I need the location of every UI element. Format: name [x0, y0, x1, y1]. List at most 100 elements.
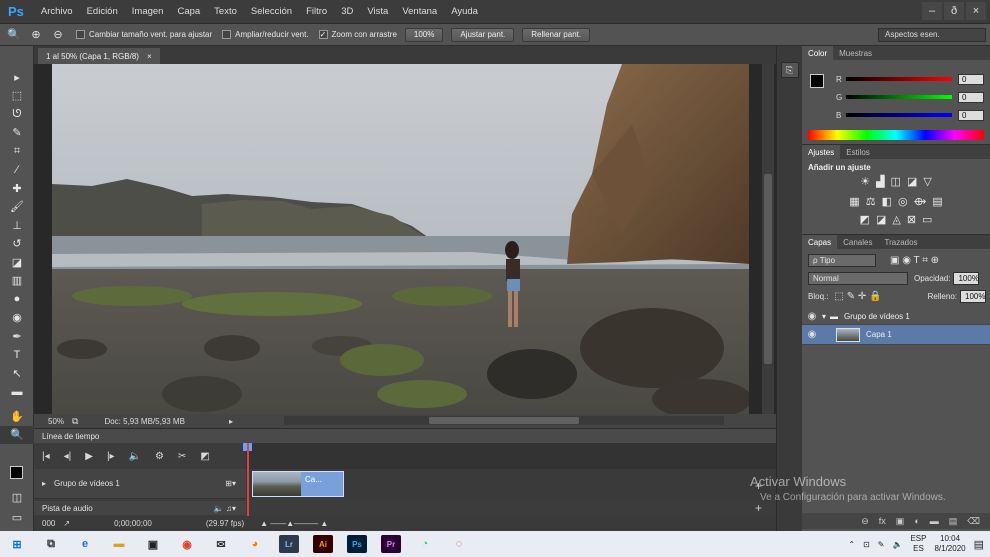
settings-icon[interactable]: ⚙ — [155, 451, 164, 462]
new-layer-icon[interactable]: ▤ — [949, 516, 958, 527]
layer-filter-select[interactable]: ρ Tipo — [808, 253, 876, 267]
blend-mode-select[interactable]: Normal — [808, 271, 908, 285]
hue-saturation-icon[interactable]: ▦ — [849, 195, 859, 208]
windows-start-icon[interactable]: ⊞ — [7, 535, 27, 553]
link-icon[interactable]: ⊖ — [861, 516, 869, 527]
blue-value[interactable]: 0 — [958, 109, 984, 121]
path-select-tool-icon[interactable]: ↖ — [0, 364, 34, 383]
quick-select-tool-icon[interactable]: ✎ — [0, 124, 34, 143]
threshold-icon[interactable]: ◬ — [892, 213, 900, 226]
firefox-icon[interactable]: ◕ — [245, 535, 265, 553]
mail-icon[interactable]: ✉ — [211, 535, 231, 553]
premiere-icon[interactable]: Pr — [381, 535, 401, 553]
close-button[interactable]: × — [966, 2, 986, 20]
channel-mixer-icon[interactable]: ⟴ — [914, 195, 927, 208]
convert-icon[interactable]: ↗ — [63, 519, 70, 528]
previous-frame-icon[interactable]: ◂| — [64, 451, 72, 462]
blur-tool-icon[interactable]: ● — [0, 290, 34, 309]
photo-filter-icon[interactable]: ◎ — [898, 195, 908, 208]
zoom-tool-icon[interactable]: 🔍 — [6, 28, 22, 42]
scrubby-zoom-checkbox[interactable]: ✓ Zoom con arrastre — [318, 30, 397, 39]
screen-mode-icon[interactable]: ▭ — [0, 508, 34, 527]
color-lookup-icon[interactable]: ▤ — [932, 195, 942, 208]
history-panel-icon[interactable]: ⎘ — [780, 62, 799, 78]
type-tool-icon[interactable]: T — [0, 346, 34, 365]
hand-tool-icon[interactable]: ✋ — [0, 407, 34, 426]
document-tab[interactable]: 1 al 50% (Capa 1, RGB/8) × — [38, 48, 160, 64]
menu-capa[interactable]: Capa — [170, 6, 207, 17]
edge-icon[interactable]: e — [75, 535, 95, 553]
menu-texto[interactable]: Texto — [207, 6, 244, 17]
task-view-icon[interactable]: ⧉ — [41, 535, 61, 553]
zoom-level[interactable]: 50% — [48, 417, 64, 426]
black-white-icon[interactable]: ◧ — [882, 195, 892, 208]
zoom-all-checkbox[interactable]: Ampliar/reducir vent. — [222, 30, 309, 39]
document-canvas-image[interactable] — [52, 64, 749, 414]
eyedropper-tool-icon[interactable]: ⁄ — [0, 161, 34, 180]
gradient-map-icon[interactable]: ▭ — [922, 213, 932, 226]
tab-estilos[interactable]: Estilos — [840, 145, 876, 159]
pen-tool-icon[interactable]: ✒ — [0, 327, 34, 346]
exposure-icon[interactable]: ◪ — [907, 175, 917, 188]
restore-button[interactable]: ð — [944, 2, 964, 20]
menu-imagen[interactable]: Imagen — [125, 6, 171, 17]
tray-arrow-icon[interactable]: ⌃ — [848, 540, 855, 549]
zoom-100-button[interactable]: 100% — [404, 27, 444, 42]
tab-trazados[interactable]: Trazados — [878, 235, 923, 249]
clock[interactable]: 10:04 8/1/2020 — [934, 534, 965, 554]
store-icon[interactable]: ▣ — [143, 535, 163, 553]
share-icon[interactable]: ⧉ — [72, 416, 78, 427]
levels-icon[interactable]: ▟ — [876, 175, 884, 188]
filter-icons[interactable]: ▣ ◉ T ⌗ ⊕ — [890, 255, 939, 266]
shape-tool-icon[interactable]: ▬ — [0, 383, 34, 402]
menu-edicion[interactable]: Edición — [80, 6, 125, 17]
play-icon[interactable]: ▶ — [85, 451, 93, 462]
volume-icon[interactable]: 🔈 — [892, 540, 902, 549]
fill-screen-button[interactable]: Rellenar pant. — [522, 27, 591, 42]
curves-icon[interactable]: ◫ — [891, 175, 901, 188]
fit-screen-button[interactable]: Ajustar pant. — [451, 27, 515, 42]
fit-window-checkbox[interactable]: Cambiar tamaño vent. para ajustar — [76, 30, 212, 39]
workspace-select[interactable]: Aspectos esen. — [878, 27, 986, 42]
brush-tool-icon[interactable]: 🖌 — [0, 198, 34, 217]
photoshop-taskbar-icon[interactable]: Ps — [347, 535, 367, 553]
notifications-icon[interactable]: ▤ — [974, 538, 984, 551]
music-note-icon[interactable]: 🔈 ♫▾ — [214, 504, 236, 513]
next-frame-icon[interactable]: |▸ — [107, 451, 115, 462]
illustrator-icon[interactable]: Ai — [313, 535, 333, 553]
audio-track-header[interactable]: Pista de audio 🔈 ♫▾ — [34, 501, 246, 515]
clone-stamp-tool-icon[interactable]: ⊥ — [0, 216, 34, 235]
green-slider[interactable] — [846, 95, 952, 99]
chrome-icon[interactable]: ◉ — [177, 535, 197, 553]
quick-mask-icon[interactable]: ◫ — [0, 488, 34, 507]
green-value[interactable]: 0 — [958, 91, 984, 103]
vertical-scroll-thumb[interactable] — [764, 174, 772, 364]
blue-slider[interactable] — [846, 113, 952, 117]
color-balance-icon[interactable]: ⚖ — [866, 195, 876, 208]
close-icon[interactable]: × — [147, 52, 152, 61]
posterize-icon[interactable]: ◪ — [876, 213, 886, 226]
zoom-out-icon[interactable]: ⊖ — [50, 28, 66, 42]
menu-seleccion[interactable]: Selección — [244, 6, 299, 17]
info-arrow-icon[interactable]: ▸ — [229, 417, 233, 426]
invert-icon[interactable]: ◩ — [860, 213, 870, 226]
audio-icon[interactable]: 🔈 — [129, 451, 141, 462]
first-frame-icon[interactable]: |◂ — [42, 451, 50, 462]
film-icon[interactable]: ⊞▾ — [225, 479, 236, 488]
dodge-tool-icon[interactable]: ◉ — [0, 309, 34, 328]
foreground-color-swatch[interactable] — [10, 466, 23, 479]
add-audio-icon[interactable]: + — [755, 501, 762, 515]
move-tool-icon[interactable]: ▸ — [0, 68, 34, 87]
layer-row-group[interactable]: ◉ ▾ ▬ Grupo de vídeos 1 — [802, 309, 990, 325]
app-icon[interactable]: ◌ — [449, 535, 469, 553]
zoom-slider-icon[interactable]: ▲ ——▲——— ▲ — [260, 519, 328, 528]
mask-icon[interactable]: ▣ — [896, 516, 905, 527]
red-value[interactable]: 0 — [958, 73, 984, 85]
history-brush-tool-icon[interactable]: ↺ — [0, 235, 34, 254]
vertical-scrollbar[interactable] — [762, 64, 774, 414]
crop-tool-icon[interactable]: ⌗ — [0, 142, 34, 161]
fill-value[interactable]: 100% — [960, 289, 986, 303]
vibrance-icon[interactable]: ▽ — [923, 175, 931, 188]
lightroom-icon[interactable]: Lr — [279, 535, 299, 553]
video-clip[interactable]: Ca... — [252, 471, 344, 497]
